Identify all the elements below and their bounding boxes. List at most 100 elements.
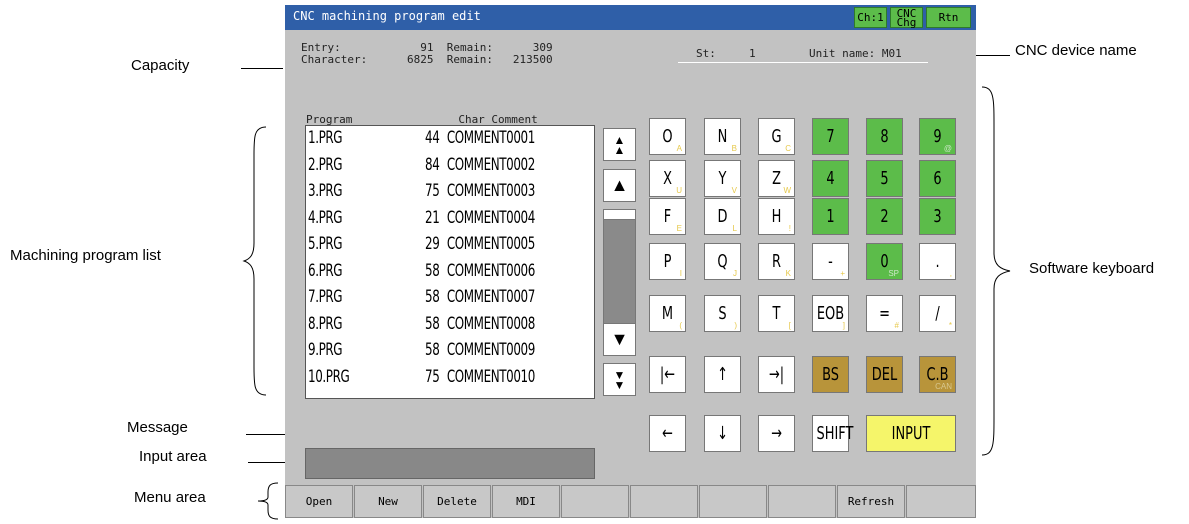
menu-empty[interactable]: [768, 485, 836, 518]
program-row[interactable]: 2.PRG 84 COMMENT0002: [308, 155, 594, 175]
key-sub-label: ,: [949, 269, 952, 278]
menu-empty[interactable]: [630, 485, 698, 518]
key-sym32[interactable]: →|: [758, 356, 795, 393]
key-1[interactable]: 1: [812, 198, 849, 235]
cnc-change-button[interactable]: CNC Chg: [890, 7, 923, 28]
key-p[interactable]: PI: [649, 243, 686, 280]
key-label: T: [772, 303, 781, 324]
unit-name: Unit name: M01: [809, 47, 902, 60]
key-3[interactable]: 3: [919, 198, 956, 235]
menu-empty[interactable]: [561, 485, 629, 518]
key-sym38[interactable]: →: [758, 415, 795, 452]
key-sub-label: W: [783, 186, 791, 195]
program-name: 4.PRG: [308, 207, 343, 228]
key-label: 3: [933, 206, 942, 227]
program-list[interactable]: 1.PRG 44 COMMENT0001 2.PRG 84 COMMENT0002 3.PR…: [305, 125, 595, 399]
input-area[interactable]: [305, 448, 595, 479]
key-label: P: [663, 251, 672, 272]
double-down-arrow-icon: ▼ ▼: [613, 367, 626, 392]
key-sym23[interactable]: .,: [919, 243, 956, 280]
line-up-button[interactable]: ▲: [603, 169, 636, 202]
key-cb[interactable]: C.B CAN: [919, 356, 956, 393]
program-row[interactable]: 6.PRG 58 COMMENT0006: [308, 260, 594, 281]
program-name: 10.PRG: [308, 366, 350, 387]
key-sym36[interactable]: ←: [649, 415, 686, 452]
key-m[interactable]: M(: [649, 295, 686, 332]
key-x[interactable]: XU: [649, 160, 686, 197]
key-y[interactable]: YV: [704, 160, 741, 197]
program-comment: COMMENT0006: [446, 260, 536, 281]
program-row[interactable]: 5.PRG 29 COMMENT0005: [308, 234, 594, 254]
menu-empty[interactable]: [906, 485, 976, 518]
key-sym31[interactable]: ↑: [704, 356, 741, 393]
program-row[interactable]: 8.PRG 58 COMMENT0008: [308, 313, 594, 334]
key-q[interactable]: QJ: [704, 243, 741, 280]
program-row[interactable]: 7.PRG 58 COMMENT0007: [308, 287, 594, 307]
key-label: 5: [880, 168, 889, 189]
key-sub-label: L: [732, 224, 737, 233]
key-shift[interactable]: SHIFT: [812, 415, 853, 452]
key-label: 8: [880, 126, 889, 147]
up-arrow-icon: ▲: [610, 175, 629, 195]
key-eob[interactable]: EOB]: [812, 295, 849, 332]
menu-delete[interactable]: Delete: [423, 485, 491, 518]
program-char-count: 75: [425, 181, 440, 201]
program-row[interactable]: 4.PRG 21 COMMENT0004: [308, 207, 594, 228]
capacity-callout: Capacity: [131, 57, 190, 74]
key-g[interactable]: GC: [758, 118, 795, 155]
key-del[interactable]: DEL: [866, 356, 903, 393]
key-5[interactable]: 5: [866, 160, 903, 197]
key-sub-label: J: [733, 269, 737, 278]
key-sym30[interactable]: |←: [649, 356, 686, 393]
line-down-button[interactable]: ▼: [603, 323, 636, 356]
key-f[interactable]: FE: [649, 198, 686, 235]
key-h[interactable]: H!: [758, 198, 795, 235]
menu-open[interactable]: Open: [285, 485, 353, 518]
key-s[interactable]: S): [704, 295, 741, 332]
key-o[interactable]: OA: [649, 118, 686, 155]
key-d[interactable]: DL: [704, 198, 741, 235]
return-button[interactable]: Rtn: [926, 7, 971, 28]
menu-empty[interactable]: [699, 485, 767, 518]
key-0[interactable]: 0 SP: [866, 243, 903, 280]
menu-new[interactable]: New: [354, 485, 422, 518]
menu-refresh[interactable]: Refresh: [837, 485, 905, 518]
input-area-callout: Input area: [139, 448, 207, 465]
scrollbar-track[interactable]: [603, 209, 636, 329]
key-n[interactable]: NB: [704, 118, 741, 155]
key-sym37[interactable]: ↓: [704, 415, 741, 452]
key-z[interactable]: ZW: [758, 160, 795, 197]
page-up-button[interactable]: ▲ ▲: [603, 128, 636, 161]
program-row[interactable]: 10.PRG 75 COMMENT0010: [308, 366, 594, 387]
key-2[interactable]: 2: [866, 198, 903, 235]
program-row[interactable]: 3.PRG 75 COMMENT0003: [308, 181, 594, 201]
key-sym29[interactable]: / *: [919, 295, 956, 332]
key-6[interactable]: 6: [919, 160, 956, 197]
key-sub-label: +: [840, 269, 845, 278]
key-sym28[interactable]: = #: [866, 295, 903, 332]
key-label: ↓: [717, 423, 728, 444]
key-label: ↑: [717, 364, 728, 385]
key-9[interactable]: 9 @: [919, 118, 956, 155]
title-bar: CNC machining program edit Ch:1 CNC Chg …: [285, 5, 976, 30]
key-7[interactable]: 7: [812, 118, 849, 155]
key-8[interactable]: 8: [866, 118, 903, 155]
key-t[interactable]: T[: [758, 295, 795, 332]
program-row[interactable]: 1.PRG 44 COMMENT0001: [308, 128, 594, 148]
scrollbar-thumb[interactable]: [603, 209, 636, 220]
key-4[interactable]: 4: [812, 160, 849, 197]
key-r[interactable]: RK: [758, 243, 795, 280]
key-label: 4: [826, 168, 835, 189]
program-char-count: 58: [425, 313, 440, 334]
input-key[interactable]: INPUT: [866, 415, 956, 452]
program-list-brace: [242, 126, 267, 396]
key-bs[interactable]: BS: [812, 356, 849, 393]
channel-button[interactable]: Ch:1: [854, 7, 887, 28]
program-row[interactable]: 9.PRG 58 COMMENT0009: [308, 340, 594, 360]
page-down-button[interactable]: ▼ ▼: [603, 363, 636, 396]
program-comment: COMMENT0005: [446, 234, 536, 254]
key-label: →|: [768, 364, 785, 385]
key-sub-label: K: [785, 269, 791, 278]
key-sym21[interactable]: - +: [812, 243, 849, 280]
menu-mdi[interactable]: MDI: [492, 485, 560, 518]
